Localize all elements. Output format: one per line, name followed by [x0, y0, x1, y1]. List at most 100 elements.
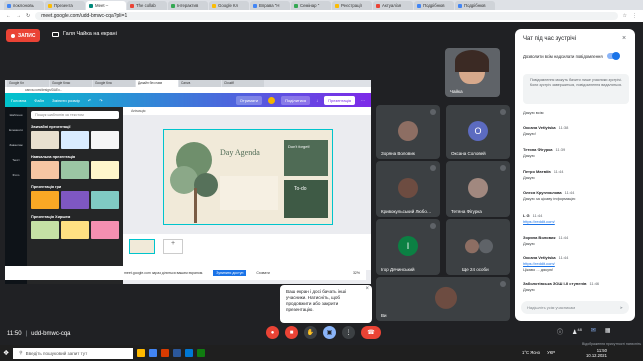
chat-message: L G 11:44 https://reddit.com/ [523, 213, 627, 224]
message-time: 11:44 [532, 213, 543, 218]
taskbar-search[interactable]: ⚲ Введіть пошуковий запит тут [13, 347, 134, 359]
hang-up-icon: ☎ [367, 330, 375, 336]
reload-icon[interactable]: ↻ [26, 13, 30, 19]
back-icon[interactable]: ← [6, 13, 11, 19]
browser-tab[interactable]: Google Кл [209, 1, 249, 10]
chat-message: Зоряна Воловик 11:44 Дякую [523, 235, 627, 246]
url-field[interactable]: meet.google.com/udd-bmwc-cqa?pli=1 [35, 12, 618, 20]
avatar: О [468, 121, 488, 141]
excel-icon[interactable] [197, 349, 206, 357]
self-name: Чайка [450, 89, 463, 94]
browser-tab[interactable]: Презента [45, 1, 85, 10]
message-link[interactable]: https://reddit.com/ [523, 219, 555, 224]
animate-bar: Анімація [123, 107, 371, 115]
record-dot-icon [11, 33, 15, 38]
message-link[interactable]: https://reddit.com/ [523, 261, 555, 266]
info-icon[interactable]: ⓘ [557, 327, 563, 336]
shared-tab: Cloudfl [222, 80, 264, 87]
redo-icon: ↷ [99, 97, 103, 103]
shared-tab: Google Кла [93, 80, 135, 87]
chrome-icon[interactable] [149, 349, 158, 357]
reminder-text: Ваш екран і досі бачать інші учасники. Н… [286, 289, 347, 312]
message-time: 11:44 [564, 190, 575, 195]
presenting-reminder: Ваш екран і досі бачать інші учасники. Н… [280, 285, 372, 323]
canva-file: Файл [34, 97, 45, 103]
participant-tile[interactable]: Кривокульський Любо… [376, 161, 440, 217]
shared-screen: Google Кл Google Клас Google Кла Дизайн … [5, 80, 371, 284]
menu-icon[interactable]: ⋮ [632, 13, 637, 19]
allow-messages-toggle[interactable] [606, 52, 620, 60]
rail-text: Текст [12, 158, 20, 162]
present-button[interactable]: ▣ [323, 326, 336, 339]
mic-off-icon [500, 281, 506, 287]
template-thumb [31, 221, 59, 239]
slide-title: Day Agenda [220, 148, 260, 157]
participant-name: Кривокульський Любо… [381, 209, 432, 214]
more-participants-tile[interactable]: Ще 24 особи [446, 219, 510, 275]
you-tile[interactable]: Ви [376, 277, 510, 321]
powerpoint-icon[interactable] [161, 349, 170, 357]
word-icon[interactable] [173, 349, 182, 357]
zoom-level: 32% [352, 271, 360, 275]
browser-tab[interactable]: Реєстрації [332, 1, 372, 10]
edge-icon[interactable] [185, 349, 194, 357]
participant-name: Ігор Дячинський [381, 267, 415, 272]
browser-tab[interactable]: Вправа "Н [250, 1, 290, 10]
send-icon[interactable]: ➤ [620, 305, 623, 310]
mic-off-icon [500, 165, 506, 171]
stop-sharing-button: Зупинити доступ [213, 270, 247, 276]
people-icon[interactable]: ♟48 [572, 327, 582, 336]
camera-toggle-button[interactable]: ■ [285, 326, 298, 339]
browser-tab[interactable]: Подрібнюв [455, 1, 495, 10]
canva-side-rail: Шаблони Елементи Завантаж Текст Фото [5, 107, 27, 284]
message-time: 11:44 [558, 235, 569, 240]
close-icon[interactable]: × [622, 35, 626, 42]
people-count: 48 [577, 327, 582, 332]
browser-tab[interactable]: Подрібнюв [414, 1, 454, 10]
shared-browser-tabs: Google Кл Google Клас Google Кла Дизайн … [5, 80, 371, 87]
avatar: І [398, 236, 418, 256]
participant-tile[interactable]: О Оксана Соловей [446, 105, 510, 159]
mic-off-icon [430, 223, 436, 229]
meeting-info: 11:50 | udd-bmwc-cqa [7, 331, 71, 337]
raise-hand-button[interactable]: ✋ [304, 326, 317, 339]
chat-notice: Повідомлення можуть бачити лише учасники… [523, 74, 629, 104]
mic-toggle-button[interactable]: ● [266, 326, 279, 339]
windows-start-icon[interactable]: ❖ [3, 349, 9, 357]
chat-message: Петро Матвіїв 11:44 Дякую [523, 169, 627, 180]
participant-tile[interactable]: Тетяна Фігурка [446, 161, 510, 217]
template-thumb [31, 161, 59, 179]
activities-icon[interactable]: ▦ [605, 327, 611, 336]
message-author: Тетяна Фігурка [523, 147, 553, 152]
close-icon[interactable]: × [365, 286, 369, 294]
browser-tab[interactable]: Інтерактив [168, 1, 208, 10]
canva-get-button: Отримати [235, 95, 263, 105]
canva-share-button: Поділитися [281, 95, 311, 105]
explorer-icon[interactable] [137, 349, 146, 357]
more-options-button[interactable]: ⋮ [342, 326, 355, 339]
participant-tile[interactable]: Зоряна Воловик [376, 105, 440, 159]
chat-input[interactable]: Надішліть усім учасникам ➤ [521, 301, 629, 314]
browser-tab[interactable]: The collab [127, 1, 167, 10]
canva-home: Головна [11, 97, 27, 103]
browser-tab[interactable]: поклоновь [4, 1, 44, 10]
browser-tab[interactable]: Семінар " [291, 1, 331, 10]
meeting-time: 11:50 [7, 331, 22, 337]
section-title: Звичайні презентації [31, 125, 71, 129]
forward-icon[interactable]: → [16, 13, 21, 19]
browser-tab-active[interactable]: Meet – [86, 1, 126, 10]
canva-canvas: Анімація Day Agenda Don't forget! To-do … [123, 107, 371, 284]
page-strip: + [123, 234, 371, 270]
star-icon[interactable]: ☆ [623, 13, 627, 19]
browser-tab[interactable]: Актуалізя [373, 1, 413, 10]
self-tile[interactable]: Чайка [445, 48, 500, 97]
participant-tile[interactable]: І Ігор Дячинський [376, 219, 440, 275]
chat-icon[interactable]: ✉ [591, 327, 596, 336]
leave-call-button[interactable]: ☎ [361, 326, 381, 339]
rail-uploads: Завантаж [9, 143, 23, 147]
avatar [468, 178, 488, 198]
message-text: Дякую! [523, 131, 536, 136]
meeting-code: udd-bmwc-cqa [31, 331, 71, 337]
present-icon: ▣ [326, 330, 333, 336]
message-time: 11:38 [558, 125, 569, 130]
